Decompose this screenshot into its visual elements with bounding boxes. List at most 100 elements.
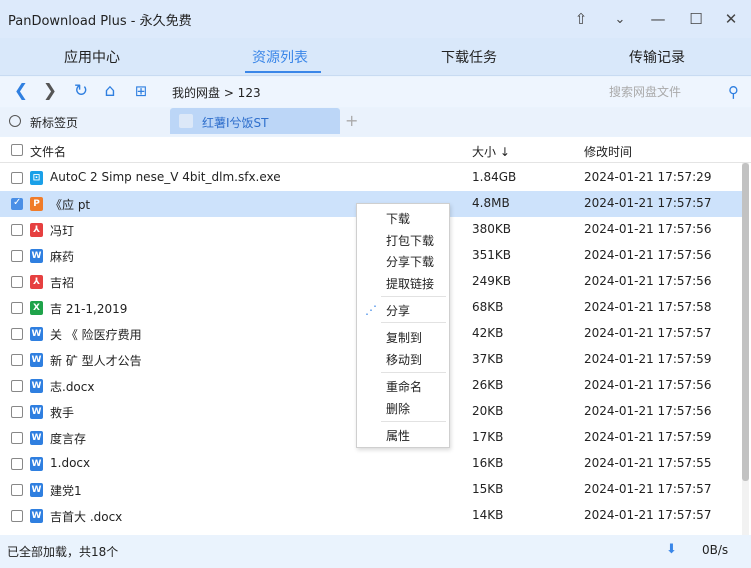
row-checkbox[interactable] (11, 328, 23, 340)
close-icon[interactable]: ✕ (718, 6, 744, 32)
table-row[interactable]: W 1.docx 16KB 2024-01-21 17:57:55 (0, 451, 742, 477)
row-checkbox[interactable] (11, 276, 23, 288)
back-icon[interactable]: ❮ (10, 80, 32, 102)
menu-extract-link[interactable]: 提取链接 (386, 275, 434, 292)
row-checkbox[interactable] (11, 458, 23, 470)
row-checkbox[interactable] (11, 510, 23, 522)
scrollbar-thumb[interactable] (742, 163, 749, 481)
menu-properties[interactable]: 属性 (386, 427, 410, 444)
share-icon: ⋰ (365, 303, 377, 317)
row-checkbox[interactable] (11, 484, 23, 496)
menu-rename[interactable]: 重命名 (386, 378, 422, 395)
file-size: 26KB (472, 378, 504, 392)
row-checkbox[interactable] (11, 432, 23, 444)
file-name: 志.docx (50, 380, 95, 394)
row-checkbox[interactable] (11, 172, 23, 184)
menu-pack-download[interactable]: 打包下载 (386, 232, 434, 249)
row-checkbox[interactable] (11, 380, 23, 392)
user-tab-label: 红薯I兮饭ST (202, 116, 269, 130)
row-checkbox[interactable] (11, 406, 23, 418)
tab-download-tasks[interactable]: 下载任务 (441, 47, 497, 67)
doc-file-icon: W (30, 405, 43, 419)
file-name: 新 矿 型人才公告 (50, 354, 142, 368)
download-speed: 0B/s (702, 543, 729, 557)
menu-delete[interactable]: 删除 (386, 400, 410, 417)
column-modified[interactable]: 修改时间 (584, 143, 632, 160)
xls-file-icon: X (30, 301, 43, 315)
refresh-icon[interactable]: ↻ (70, 80, 92, 102)
tab-app-center[interactable]: 应用中心 (64, 47, 120, 67)
doc-file-icon: W (30, 379, 43, 393)
menu-move-to[interactable]: 移动到 (386, 351, 422, 368)
doc-file-icon: W (30, 509, 43, 523)
file-size: 42KB (472, 326, 504, 340)
column-size[interactable]: 大小 ↓ (472, 143, 510, 160)
table-row[interactable]: W 吉首大 .docx 14KB 2024-01-21 17:57:57 (0, 503, 742, 529)
select-all-checkbox[interactable] (11, 144, 23, 156)
doc-file-icon: W (30, 483, 43, 497)
file-size: 380KB (472, 222, 512, 236)
file-name: 1.docx (50, 456, 91, 470)
file-size: 15KB (472, 482, 504, 496)
doc-file-icon: W (30, 353, 43, 367)
user-tab[interactable]: 红薯I兮饭ST (170, 108, 340, 134)
menu-copy-to[interactable]: 复制到 (386, 329, 422, 346)
row-checkbox[interactable] (11, 302, 23, 314)
menu-download[interactable]: 下载 (386, 210, 410, 227)
file-modified: 2024-01-21 17:57:57 (584, 482, 712, 496)
table-row[interactable]: ⊡ AutoC 2 Simp nese_V 4bit_dlm.sfx.exe 1.8… (0, 165, 742, 191)
file-name: 救手 (50, 406, 75, 420)
row-checkbox[interactable] (11, 197, 23, 210)
file-modified: 2024-01-21 17:57:58 (584, 300, 712, 314)
file-size: 37KB (472, 352, 504, 366)
search-icon[interactable]: ⚲ (728, 83, 739, 101)
list-header: 文件名 大小 ↓ 修改时间 (0, 137, 751, 163)
file-size: 20KB (472, 404, 504, 418)
tab-transfer-records[interactable]: 传输记录 (629, 47, 685, 67)
menu-share[interactable]: 分享 (386, 302, 410, 319)
row-checkbox[interactable] (11, 354, 23, 366)
file-size: 68KB (472, 300, 504, 314)
new-tab[interactable]: 新标签页 (30, 114, 78, 131)
breadcrumb: 我的网盘 > 123 (172, 86, 261, 100)
file-modified: 2024-01-21 17:57:57 (584, 508, 712, 522)
search-input[interactable] (603, 81, 718, 103)
menu-separator (381, 372, 446, 373)
file-modified: 2024-01-21 17:57:56 (584, 222, 712, 236)
add-tab-icon[interactable]: + (345, 111, 358, 130)
row-checkbox[interactable] (11, 250, 23, 262)
active-tab-indicator (245, 71, 321, 73)
table-row[interactable]: W 建党1 15KB 2024-01-21 17:57:57 (0, 477, 742, 503)
menu-separator (381, 322, 446, 323)
menu-separator (381, 296, 446, 297)
toolbar: ❮ ❯ ↻ ⌂ ⊞ 我的网盘 > 123 ⚲ (0, 77, 751, 107)
file-modified: 2024-01-21 17:57:59 (584, 352, 712, 366)
file-modified: 2024-01-21 17:57:56 (584, 274, 712, 288)
pin-icon[interactable]: ⇧ (568, 6, 594, 32)
file-name: 吉 21-1,2019 (50, 302, 128, 316)
download-arrow-icon: ⬇ (666, 542, 677, 557)
chevron-down-icon[interactable]: ⌄ (607, 6, 633, 32)
forward-icon[interactable]: ❯ (39, 80, 61, 102)
status-bar: 已全部加载，共18个 ⬇ 0B/s (0, 535, 751, 568)
file-modified: 2024-01-21 17:57:59 (584, 430, 712, 444)
menu-share-download[interactable]: 分享下载 (386, 253, 434, 270)
row-checkbox[interactable] (11, 224, 23, 236)
scrollbar[interactable] (742, 163, 749, 535)
file-name: 冯玎 (50, 224, 75, 238)
window-title: PanDownload Plus - 永久免费 (8, 14, 192, 29)
file-size: 16KB (472, 456, 504, 470)
doc-file-icon: W (30, 431, 43, 445)
exe-file-icon: ⊡ (30, 171, 43, 185)
status-text: 已全部加载，共18个 (7, 545, 119, 559)
minimize-icon[interactable]: — (645, 6, 671, 32)
tab-resource-list[interactable]: 资源列表 (252, 47, 308, 67)
file-name: 吉袑 (50, 276, 75, 290)
maximize-icon[interactable]: ☐ (683, 6, 709, 32)
home-icon[interactable]: ⌂ (99, 80, 121, 102)
new-folder-icon[interactable]: ⊞ (130, 80, 152, 102)
file-name: 关 《 险医疗费用 (50, 328, 142, 342)
pdf-file-icon: ⅄ (30, 223, 43, 237)
column-name[interactable]: 文件名 (30, 143, 66, 160)
file-name: 度言存 (50, 432, 87, 446)
